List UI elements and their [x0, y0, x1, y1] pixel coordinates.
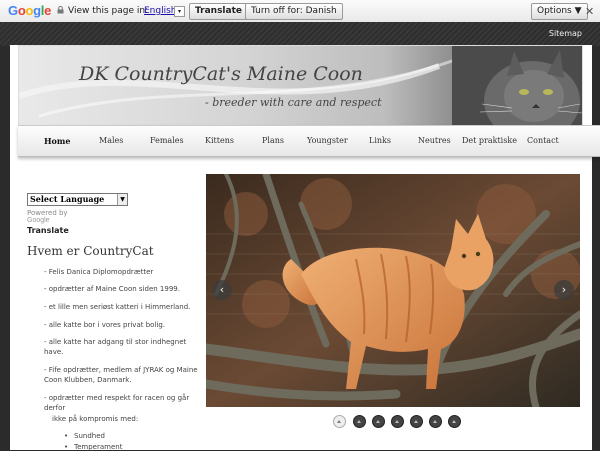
slider-next-button[interactable]: › — [554, 280, 574, 300]
site-subtitle: - breeder with care and respect — [205, 96, 382, 109]
nav-links[interactable]: Links — [369, 136, 391, 145]
list-item: ikke på kompromis med: — [52, 415, 139, 423]
list-item: - Fife opdrætter, medlem af JYRAK og Mai… — [44, 366, 198, 384]
translate-link[interactable]: Translate — [27, 226, 69, 235]
nav-males[interactable]: Males — [99, 136, 123, 145]
select-arrow-icon: ▼ — [117, 194, 127, 205]
list-item: - Felis Danica Diplomopdrætter — [44, 268, 154, 276]
list-item: - et lille men seriøst katteri i Himmerl… — [44, 303, 191, 311]
header-banner: DK CountryCat's Maine Coon - breeder wit… — [18, 45, 583, 126]
slider-dot[interactable] — [391, 415, 404, 428]
close-icon[interactable]: ✕ — [585, 5, 594, 18]
turn-off-button[interactable]: Turn off for: Danish — [245, 3, 343, 20]
slider-dot[interactable] — [353, 415, 366, 428]
google-small-logo: Google — [27, 217, 50, 224]
options-button[interactable]: Options ▼ — [531, 3, 588, 20]
nav-youngster[interactable]: Youngster — [307, 136, 348, 145]
nav-kittens[interactable]: Kittens — [205, 136, 234, 145]
language-select-value: Select Language — [30, 194, 105, 204]
site-title: DK CountryCat's Maine Coon — [79, 63, 363, 85]
main-nav: Home Males Females Kittens Plans Youngst… — [18, 125, 600, 157]
slider-dot[interactable] — [448, 415, 461, 428]
language-link[interactable]: English — [144, 6, 177, 16]
bullet-item: Sundhed — [64, 432, 105, 440]
slider-prev-button[interactable]: ‹ — [212, 280, 232, 300]
list-item: - opdrætter af Maine Coon siden 1999. — [44, 285, 180, 293]
image-slider: ‹ › — [206, 174, 580, 407]
lock-icon — [57, 6, 64, 14]
nav-home[interactable]: Home — [44, 136, 70, 146]
slider-dot[interactable] — [429, 415, 442, 428]
slider-dot[interactable] — [410, 415, 423, 428]
cat-header-image — [452, 46, 582, 125]
nav-contact[interactable]: Contact — [527, 136, 559, 145]
language-dropdown-icon[interactable]: ▾ — [174, 6, 185, 17]
sitemap-link[interactable]: Sitemap — [549, 29, 582, 38]
list-item: - alle katte har adgang til stor indhegn… — [44, 338, 187, 356]
cat-on-tree-photo — [206, 174, 580, 407]
translate-bar: Google View this page in: English ▾ Tran… — [0, 0, 600, 23]
google-logo: Google — [8, 3, 52, 18]
nav-females[interactable]: Females — [150, 136, 184, 145]
nav-det-praktiske[interactable]: Det praktiske — [462, 136, 517, 145]
powered-by-label: Powered by — [27, 209, 68, 217]
translate-button[interactable]: Translate — [189, 3, 248, 20]
list-item: - opdrætter med respekt for racen og går… — [44, 394, 190, 412]
nav-neutres[interactable]: Neutres — [418, 136, 451, 145]
sidebar-heading: Hvem er CountryCat — [27, 244, 154, 258]
list-item: - alle katte bor i vores privat bolig. — [44, 321, 165, 329]
nav-plans[interactable]: Plans — [262, 136, 284, 145]
slider-dot[interactable] — [333, 415, 346, 428]
language-select[interactable]: Select Language ▼ — [27, 193, 128, 206]
top-strip — [0, 22, 600, 46]
slider-dot[interactable] — [372, 415, 385, 428]
view-page-label: View this page in: — [68, 6, 149, 16]
